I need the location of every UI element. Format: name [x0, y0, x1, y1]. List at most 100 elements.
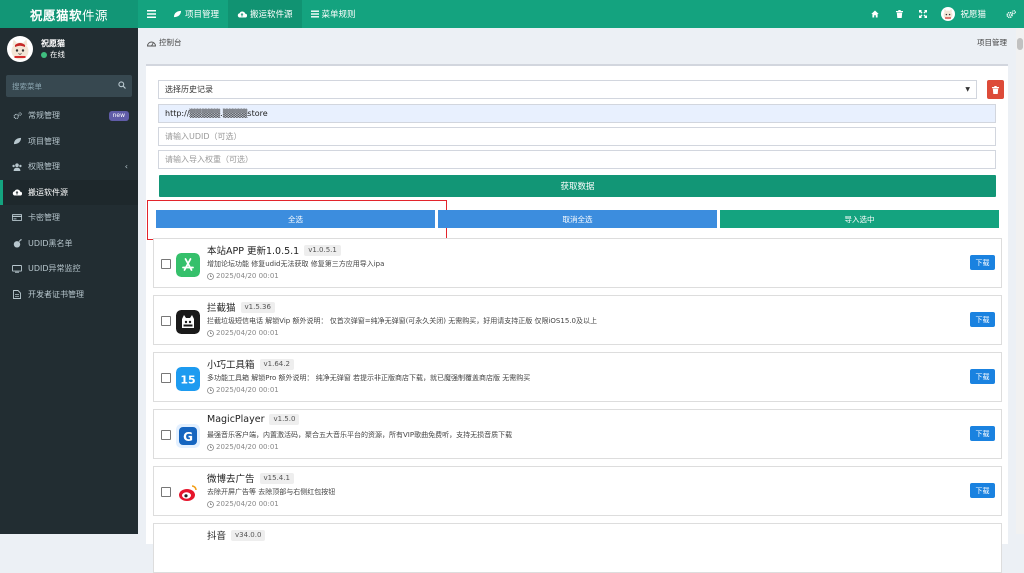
cat-avatar-icon [11, 39, 29, 60]
source-panel: 选择历史记录 ▼ http://▒▒▒▒▒.▒▒▒▒store 请输入UDID（… [146, 64, 1008, 573]
clear-cache-button[interactable] [887, 10, 911, 18]
udid-placeholder: 请输入UDID（可选） [165, 132, 242, 141]
list-item: 抖音 v34.0.0 [153, 523, 1002, 573]
sidebar-item-label: 搬运软件源 [28, 187, 68, 197]
app-name: 拦截猫 [207, 303, 236, 314]
user-menu[interactable]: 祝愿猫 [935, 7, 998, 21]
online-status: 在线 [41, 49, 65, 60]
import-selected-button[interactable]: 导入选中 [720, 210, 999, 228]
sidebar-username: 祝愿猫 [41, 39, 65, 48]
download-button[interactable]: 下载 [970, 426, 995, 441]
breadcrumb-dashboard-link[interactable]: 控制台 [159, 37, 182, 48]
sidebar-menu: 常规管理 new 项目管理 权限管理 ‹ 搬运软件源 卡密管理 UDID黑名单 … [0, 103, 138, 307]
download-button[interactable]: 下载 [970, 483, 995, 498]
users-icon [12, 163, 22, 171]
app-name: 微博去广告 [207, 474, 255, 485]
delete-history-button[interactable] [987, 80, 1004, 99]
nav-tab-source[interactable]: 搬运软件源 [228, 0, 302, 28]
nav-tab-menu-rules[interactable]: 菜单规则 [302, 0, 365, 28]
sidebar-item-project[interactable]: 项目管理 [0, 129, 138, 155]
sidebar-item-udid-blacklist[interactable]: UDID黑名单 [0, 231, 138, 257]
app-checkbox[interactable] [161, 373, 171, 383]
fetch-data-button[interactable]: 获取数据 [159, 175, 996, 197]
app-description: 最强音乐客户端，内置激活码，聚合五大音乐平台的资源，所有VIP歌曲免费听，支持无… [207, 431, 513, 439]
app-name: 本站APP 更新1.0.5.1 [207, 246, 300, 257]
sidebar-item-label: 卡密管理 [28, 213, 60, 223]
music-player-icon: G [176, 424, 200, 448]
home-button[interactable] [863, 10, 887, 18]
trash-icon [895, 10, 903, 18]
app-name: 小巧工具箱 [207, 360, 255, 371]
sidebar-search-input[interactable]: 搜索菜单 [6, 75, 132, 97]
history-select[interactable]: 选择历史记录 ▼ [158, 80, 977, 99]
caret-down-icon: ▼ [965, 86, 970, 93]
version-badge: v1.5.36 [240, 301, 275, 313]
sidebar-item-source[interactable]: 搬运软件源 [0, 179, 138, 205]
trash-icon [992, 85, 999, 94]
app-checkbox[interactable] [161, 487, 171, 497]
sidebar-search-placeholder: 搜索菜单 [12, 81, 42, 91]
udid-input[interactable]: 请输入UDID（可选） [158, 127, 996, 146]
sidebar-item-dev-cert[interactable]: 开发者证书管理 [0, 282, 138, 308]
app-description: 多功能工具箱 解锁Pro 额外说明： 纯净无弹窗 若提示非正版商店下载，就已魔强… [207, 374, 531, 382]
app-date: 2025/04/20 00:01 [207, 386, 279, 394]
gears-icon [1006, 9, 1016, 18]
weight-placeholder: 请输入导入权重（可选） [165, 155, 253, 164]
sidebar-toggle-button[interactable] [138, 0, 164, 28]
app-checkbox[interactable] [161, 316, 171, 326]
app-description: 增加论坛功能 修复udid无法获取 修复第三方应用导入ipa [207, 260, 385, 268]
bomb-icon [13, 238, 22, 248]
card-icon [12, 214, 22, 222]
history-select-value: 选择历史记录 [165, 85, 213, 94]
sidebar-item-label: 常规管理 [28, 111, 60, 121]
download-button[interactable]: 下载 [970, 312, 995, 327]
brand-light-text: 件源 [82, 7, 109, 23]
online-status-text: 在线 [50, 50, 65, 59]
sidebar-avatar [7, 36, 33, 62]
cloud-upload-icon [12, 189, 22, 196]
new-badge: new [108, 111, 129, 121]
deselect-all-button[interactable]: 取消全选 [438, 210, 717, 228]
select-all-button[interactable]: 全选 [156, 210, 435, 228]
nav-tab-project[interactable]: 项目管理 [164, 0, 228, 28]
sidebar-item-label: 开发者证书管理 [28, 289, 84, 299]
fullscreen-button[interactable] [911, 10, 935, 18]
clock-icon [207, 329, 214, 337]
app-checkbox[interactable] [161, 259, 171, 269]
sidebar-user-panel: 祝愿猫 在线 [0, 28, 138, 70]
page-scrollbar[interactable] [1016, 28, 1024, 534]
breadcrumb-current: 项目管理 [977, 38, 1007, 47]
scrollbar-thumb[interactable] [1017, 38, 1023, 50]
top-nav-tabs: 项目管理 搬运软件源 菜单规则 [164, 0, 365, 28]
sidebar-item-label: UDID黑名单 [28, 238, 73, 248]
sidebar-item-permission[interactable]: 权限管理 ‹ [0, 154, 138, 180]
sidebar-item-general[interactable]: 常规管理 new [0, 103, 138, 129]
download-button[interactable]: 下载 [970, 255, 995, 270]
sidebar-item-udid-monitor[interactable]: UDID异常监控 [0, 256, 138, 282]
list-icon [310, 10, 319, 18]
weight-input[interactable]: 请输入导入权重（可选） [158, 150, 996, 169]
top-navbar: 祝愿猫软 件源 项目管理 搬运软件源 菜单规则 祝愿猫 [0, 0, 1024, 28]
settings-button[interactable] [998, 9, 1024, 19]
top-right-tools: 祝愿猫 [863, 0, 1024, 28]
file-icon [13, 289, 21, 299]
download-button[interactable]: 下载 [970, 369, 995, 384]
list-item: 拦截猫 v1.5.36 拦截垃圾短信电话 解锁Vip 额外说明： 仅首次弹窗=纯净… [153, 295, 1002, 345]
leaf-icon [13, 138, 21, 145]
version-badge: v15.4.1 [259, 472, 294, 484]
svg-text:15: 15 [180, 374, 195, 387]
app-date: 2025/04/20 00:01 [207, 443, 279, 451]
app-date: 2025/04/20 00:01 [207, 272, 279, 280]
brand-logo[interactable]: 祝愿猫软 件源 [0, 0, 138, 28]
version-badge: v1.64.2 [259, 358, 294, 370]
version-badge: v1.0.5.1 [304, 244, 341, 256]
app-checkbox[interactable] [161, 430, 171, 440]
source-url-input[interactable]: http://▒▒▒▒▒.▒▒▒▒store [158, 104, 996, 123]
sidebar-item-label: 项目管理 [28, 136, 60, 146]
clock-icon [207, 500, 214, 508]
sidebar-item-card[interactable]: 卡密管理 [0, 205, 138, 231]
clock-icon [207, 386, 214, 394]
search-icon[interactable] [118, 81, 126, 91]
app-description: 去除开屏广告等 去除顶部与右侧红包按钮 [207, 488, 336, 496]
top-username: 祝愿猫 [960, 10, 986, 20]
